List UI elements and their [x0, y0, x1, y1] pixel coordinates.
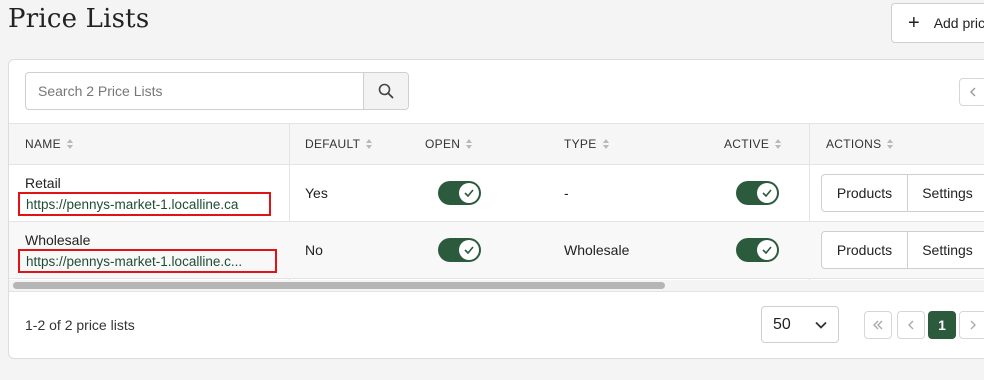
open-toggle[interactable] — [438, 181, 481, 205]
active-toggle[interactable] — [736, 181, 779, 205]
type-value: Wholesale — [564, 242, 630, 258]
page-title: Price Lists — [8, 4, 150, 34]
plus-icon: + — [908, 12, 920, 34]
sort-icon — [366, 139, 373, 149]
column-header-label: OPEN — [425, 137, 461, 151]
sort-icon — [887, 139, 894, 149]
sort-icon — [602, 139, 609, 149]
column-header-type[interactable]: TYPE — [564, 124, 609, 164]
horizontal-scrollbar[interactable] — [9, 280, 984, 292]
column-header-active[interactable]: ACTIVE — [724, 124, 782, 164]
sort-icon — [775, 139, 782, 149]
price-list-url-link[interactable]: https://pennys-market-1.localline.c... — [18, 249, 277, 273]
settings-button[interactable]: Settings — [907, 175, 984, 211]
first-page-button[interactable] — [864, 311, 892, 339]
table-header: NAME DEFAULT OPEN TYPE ACTIVE ACTIONS — [9, 123, 984, 165]
chevron-right-icon — [970, 320, 976, 330]
check-icon — [762, 189, 772, 197]
table-row: Wholesale https://pennys-market-1.locall… — [9, 222, 984, 279]
price-list-name: Retail — [25, 175, 61, 191]
products-button[interactable]: Products — [822, 175, 907, 211]
settings-button[interactable]: Settings — [907, 232, 984, 268]
add-price-list-label: Add price list — [933, 15, 984, 31]
add-price-list-button[interactable]: + Add price list — [891, 3, 984, 43]
active-toggle[interactable] — [736, 238, 779, 262]
column-header-default[interactable]: DEFAULT — [305, 124, 373, 164]
search-icon — [378, 83, 394, 99]
column-header-label: ACTIVE — [724, 137, 770, 151]
search-button[interactable] — [363, 73, 408, 109]
page-button-current[interactable]: 1 — [928, 311, 956, 339]
chevron-left-icon — [908, 320, 914, 330]
products-button[interactable]: Products — [822, 232, 907, 268]
per-page-select[interactable]: 50 — [761, 306, 839, 343]
chevron-down-icon — [815, 321, 827, 329]
type-value: - — [564, 185, 569, 201]
double-chevron-left-icon — [873, 320, 883, 330]
per-page-value: 50 — [773, 315, 791, 333]
search-bar — [25, 72, 409, 110]
price-list-name: Wholesale — [25, 232, 91, 248]
sort-icon — [66, 139, 73, 149]
pagination-summary: 1-2 of 2 price lists — [25, 317, 135, 333]
column-header-actions: ACTIONS — [826, 124, 894, 164]
next-page-button[interactable] — [959, 311, 984, 339]
column-header-label: NAME — [25, 137, 61, 151]
default-value: No — [305, 242, 323, 258]
check-icon — [762, 246, 772, 254]
price-lists-card: NAME DEFAULT OPEN TYPE ACTIVE ACTIONS Re… — [8, 59, 984, 359]
top-prev-page-button[interactable] — [959, 78, 984, 106]
column-header-label: DEFAULT — [305, 137, 361, 151]
price-list-url-link[interactable]: https://pennys-market-1.localline.ca — [18, 192, 271, 216]
column-header-name[interactable]: NAME — [25, 124, 73, 164]
scrollbar-thumb[interactable] — [13, 282, 665, 289]
table-row: Retail https://pennys-market-1.localline… — [9, 165, 984, 222]
chevron-left-icon — [970, 87, 976, 97]
default-value: Yes — [305, 185, 328, 201]
search-input[interactable] — [26, 73, 363, 109]
column-header-label: ACTIONS — [826, 137, 882, 151]
check-icon — [464, 246, 474, 254]
sort-icon — [466, 139, 473, 149]
prev-page-button[interactable] — [897, 311, 925, 339]
row-actions: Products Settings — [821, 174, 984, 212]
open-toggle[interactable] — [438, 238, 481, 262]
column-header-open[interactable]: OPEN — [425, 124, 473, 164]
column-header-label: TYPE — [564, 137, 597, 151]
row-actions: Products Settings — [821, 231, 984, 269]
check-icon — [464, 189, 474, 197]
